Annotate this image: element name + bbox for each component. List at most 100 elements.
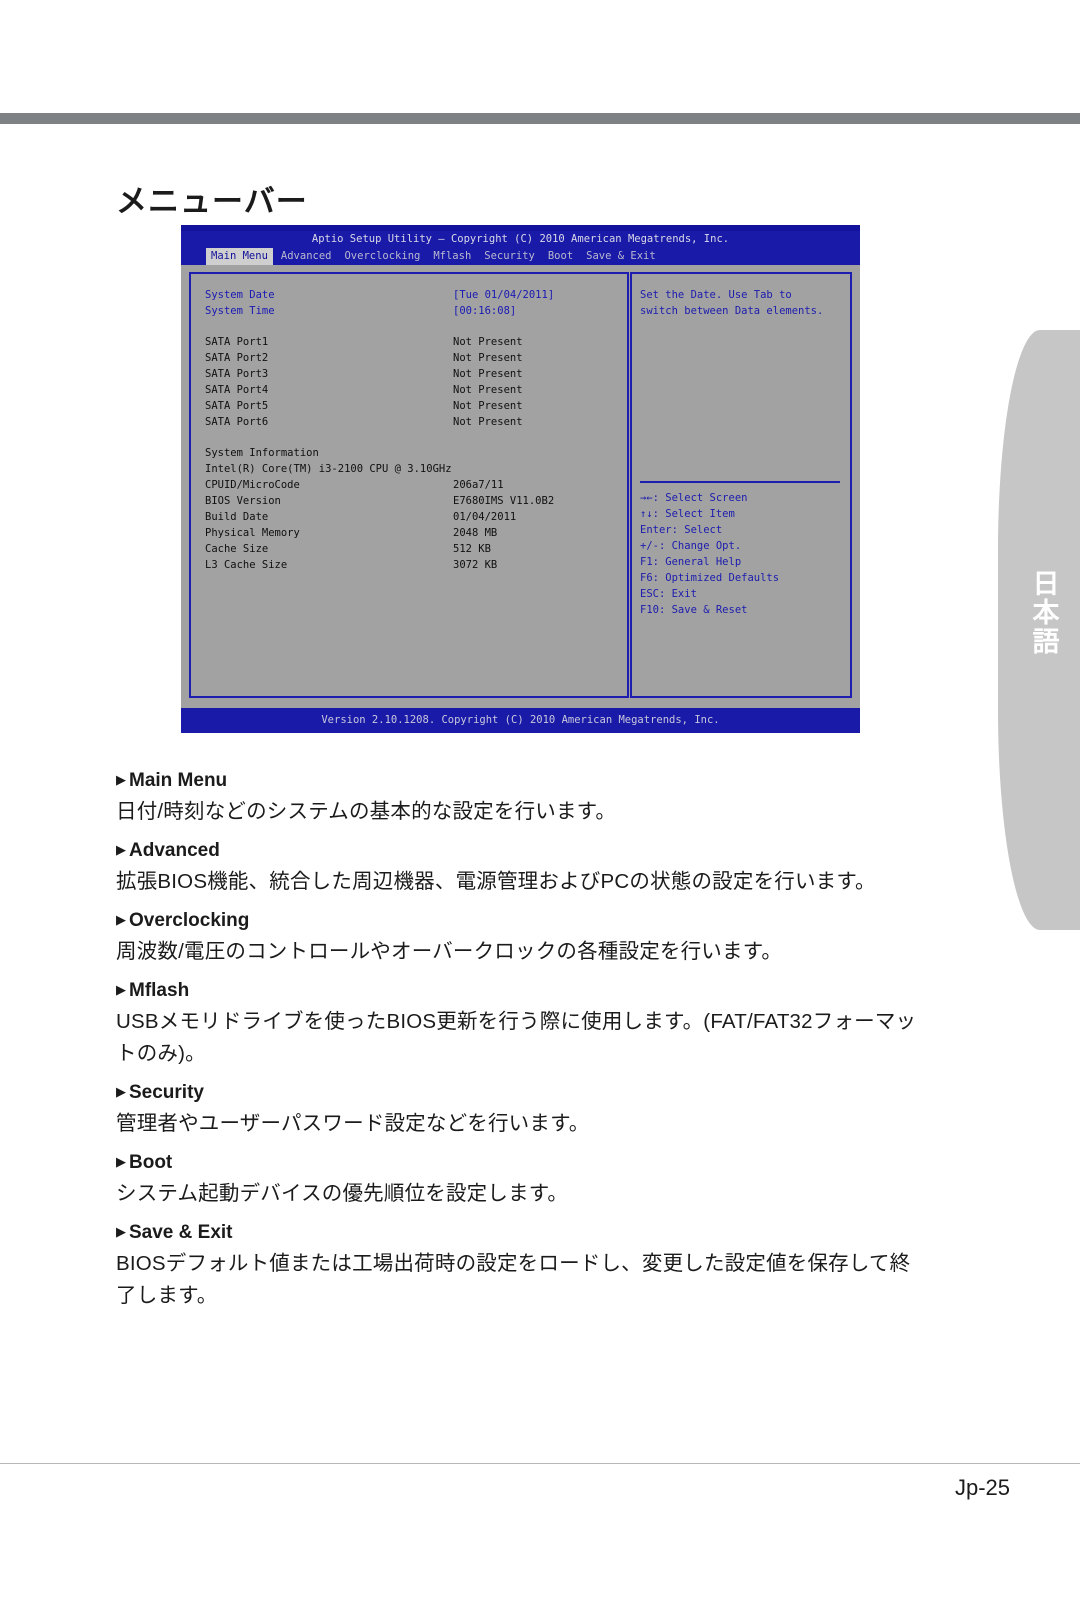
section-heading-text: Mflash [129,980,190,1001]
section-body-advanced: 拡張BIOS機能、統合した周辺機器、電源管理およびPCの状態の設定を行います。 [116,870,876,893]
bios-row-sata-port3[interactable]: SATA Port3 Not Present [205,366,617,382]
page-title: メニューバー [116,183,308,219]
bios-tab-boot[interactable]: Boot [543,248,578,265]
bios-value-sata-port2: Not Present [453,352,523,364]
bios-value-sata-port3: Not Present [453,368,523,380]
section-heading-boot: ▶ Boot [116,1147,931,1178]
page-number: Jp-25 [954,1475,1010,1500]
section-save-exit: ▶ Save & Exit BIOSデフォルト値または工場出荷時の設定をロードし、… [116,1217,931,1312]
header-rule [0,113,1080,124]
bios-value-cache-size: 512 KB [453,543,491,555]
bios-value-build-date: 01/04/2011 [453,511,517,523]
bios-screenshot: Aptio Setup Utility – Copyright (C) 2010… [181,225,860,733]
bios-label-sata-port3: SATA Port3 [205,368,269,380]
bios-value-sata-port1: Not Present [453,336,523,348]
bios-value-sata-port6: Not Present [453,416,523,428]
bios-spacer-1 [205,319,617,334]
bios-label-system-date: System Date [205,289,275,301]
bios-settings-pane: System Date [Tue 01/04/2011] System Time… [189,272,629,698]
bios-cpu-name: Intel(R) Core(TM) i3-2100 CPU @ 3.10GHz [205,463,452,475]
section-heading-security: ▶ Security [116,1077,931,1108]
section-heading-save-exit: ▶ Save & Exit [116,1217,931,1248]
bios-title-bar: Aptio Setup Utility – Copyright (C) 2010… [181,231,860,248]
bios-label-sata-port5: SATA Port5 [205,400,269,412]
bios-value-bios-version: E7680IMS V11.0B2 [453,495,555,507]
triangle-right-icon: ▶ [116,772,126,787]
bios-tab-save-exit[interactable]: Save & Exit [581,248,661,265]
bios-help-key-legend: →←: Select Screen ↑↓: Select Item Enter:… [640,492,780,616]
bios-row-sata-port4[interactable]: SATA Port4 Not Present [205,382,617,398]
bios-row-l3-cache-size: L3 Cache Size 3072 KB [205,557,617,573]
bios-system-information-heading: System Information [205,447,319,459]
section-body-mflash: USBメモリドライブを使ったBIOS更新を行う際に使用します。(FAT/FAT3… [116,1010,917,1065]
section-heading-text: Advanced [129,840,220,861]
bios-tab-mflash[interactable]: Mflash [428,248,476,265]
side-tab-char-3: 語 [1032,627,1060,658]
bios-label-bios-version: BIOS Version [205,495,281,507]
bios-row-sata-port6[interactable]: SATA Port6 Not Present [205,414,617,430]
section-mflash: ▶ Mflash USBメモリドライブを使ったBIOS更新を行う際に使用します。(… [116,975,931,1070]
section-body-save-exit: BIOSデフォルト値または工場出荷時の設定をロードし、変更した設定値を保存して終… [116,1252,911,1307]
bios-version-footer: Version 2.10.1208. Copyright (C) 2010 Am… [181,708,860,733]
side-tab-char-1: 日 [1032,569,1060,599]
bios-tab-overclocking[interactable]: Overclocking [339,248,425,265]
bios-row-system-date[interactable]: System Date [Tue 01/04/2011] [205,287,617,303]
bios-label-system-time: System Time [205,305,275,317]
bios-row-build-date: Build Date 01/04/2011 [205,509,617,525]
footer-rule [0,1463,1080,1464]
bios-label-cpuid-microcode: CPUID/MicroCode [205,479,300,491]
section-main-menu: ▶ Main Menu 日付/時刻などのシステムの基本的な設定を行います。 [116,765,931,828]
bios-label-sata-port6: SATA Port6 [205,416,269,428]
bios-body: System Date [Tue 01/04/2011] System Time… [181,265,860,708]
bios-label-sata-port4: SATA Port4 [205,384,269,396]
bios-row-system-time[interactable]: System Time [00:16:08] [205,303,617,319]
section-heading-text: Main Menu [129,770,228,791]
section-body-boot: システム起動デバイスの優先順位を設定します。 [116,1182,569,1205]
bios-tab-advanced[interactable]: Advanced [276,248,337,265]
bios-label-cache-size: Cache Size [205,543,269,555]
bios-row-sata-port1[interactable]: SATA Port1 Not Present [205,334,617,350]
bios-tab-main-menu[interactable]: Main Menu [206,248,273,265]
section-heading-text: Security [129,1082,204,1103]
bios-row-cpuid-microcode: CPUID/MicroCode 206a7/11 [205,477,617,493]
section-body-main-menu: 日付/時刻などのシステムの基本的な設定を行います。 [116,800,617,823]
bios-help-description: Set the Date. Use Tab to switch between … [640,289,824,317]
bios-row-cache-size: Cache Size 512 KB [205,541,617,557]
triangle-right-icon: ▶ [116,1154,126,1169]
bios-value-cpuid-microcode: 206a7/11 [453,479,504,491]
triangle-right-icon: ▶ [116,912,126,927]
bios-label-l3-cache-size: L3 Cache Size [205,559,288,571]
bios-row-physical-memory: Physical Memory 2048 MB [205,525,617,541]
bios-value-physical-memory: 2048 MB [453,527,498,539]
bios-help-pane: Set the Date. Use Tab to switch between … [630,272,852,698]
bios-label-build-date: Build Date [205,511,269,523]
bios-row-sata-port5[interactable]: SATA Port5 Not Present [205,398,617,414]
section-body-security: 管理者やユーザーパスワード設定などを行います。 [116,1112,590,1135]
bios-value-system-date[interactable]: [Tue 01/04/2011] [453,287,554,303]
section-heading-mflash: ▶ Mflash [116,975,931,1006]
bios-value-system-time[interactable]: [00:16:08] [453,303,516,319]
triangle-right-icon: ▶ [116,982,126,997]
bios-value-l3-cache-size: 3072 KB [453,559,498,571]
section-heading-overclocking: ▶ Overclocking [116,905,931,936]
triangle-right-icon: ▶ [116,1084,126,1099]
section-heading-text: Overclocking [129,910,250,931]
section-heading-text: Boot [129,1152,173,1173]
side-tab-char-2: 本 [1032,598,1060,629]
section-advanced: ▶ Advanced 拡張BIOS機能、統合した周辺機器、電源管理およびPCの状態… [116,835,931,898]
bios-row-bios-version: BIOS Version E7680IMS V11.0B2 [205,493,617,509]
bios-value-sata-port5: Not Present [453,400,523,412]
triangle-right-icon: ▶ [116,842,126,857]
bios-label-physical-memory: Physical Memory [205,527,300,539]
bios-spacer-2 [205,430,617,445]
bios-help-divider [640,481,840,483]
bios-tab-security[interactable]: Security [479,248,540,265]
section-boot: ▶ Boot システム起動デバイスの優先順位を設定します。 [116,1147,931,1210]
bios-row-sata-port2[interactable]: SATA Port2 Not Present [205,350,617,366]
bios-value-sata-port4: Not Present [453,384,523,396]
bios-label-sata-port1: SATA Port1 [205,336,269,348]
section-security: ▶ Security 管理者やユーザーパスワード設定などを行います。 [116,1077,931,1140]
section-heading-text: Save & Exit [129,1222,233,1243]
bios-menu-bar: Main Menu Advanced Overclocking Mflash Secur… [181,248,860,265]
language-side-tab-label: 日 本 語 [1026,569,1066,658]
